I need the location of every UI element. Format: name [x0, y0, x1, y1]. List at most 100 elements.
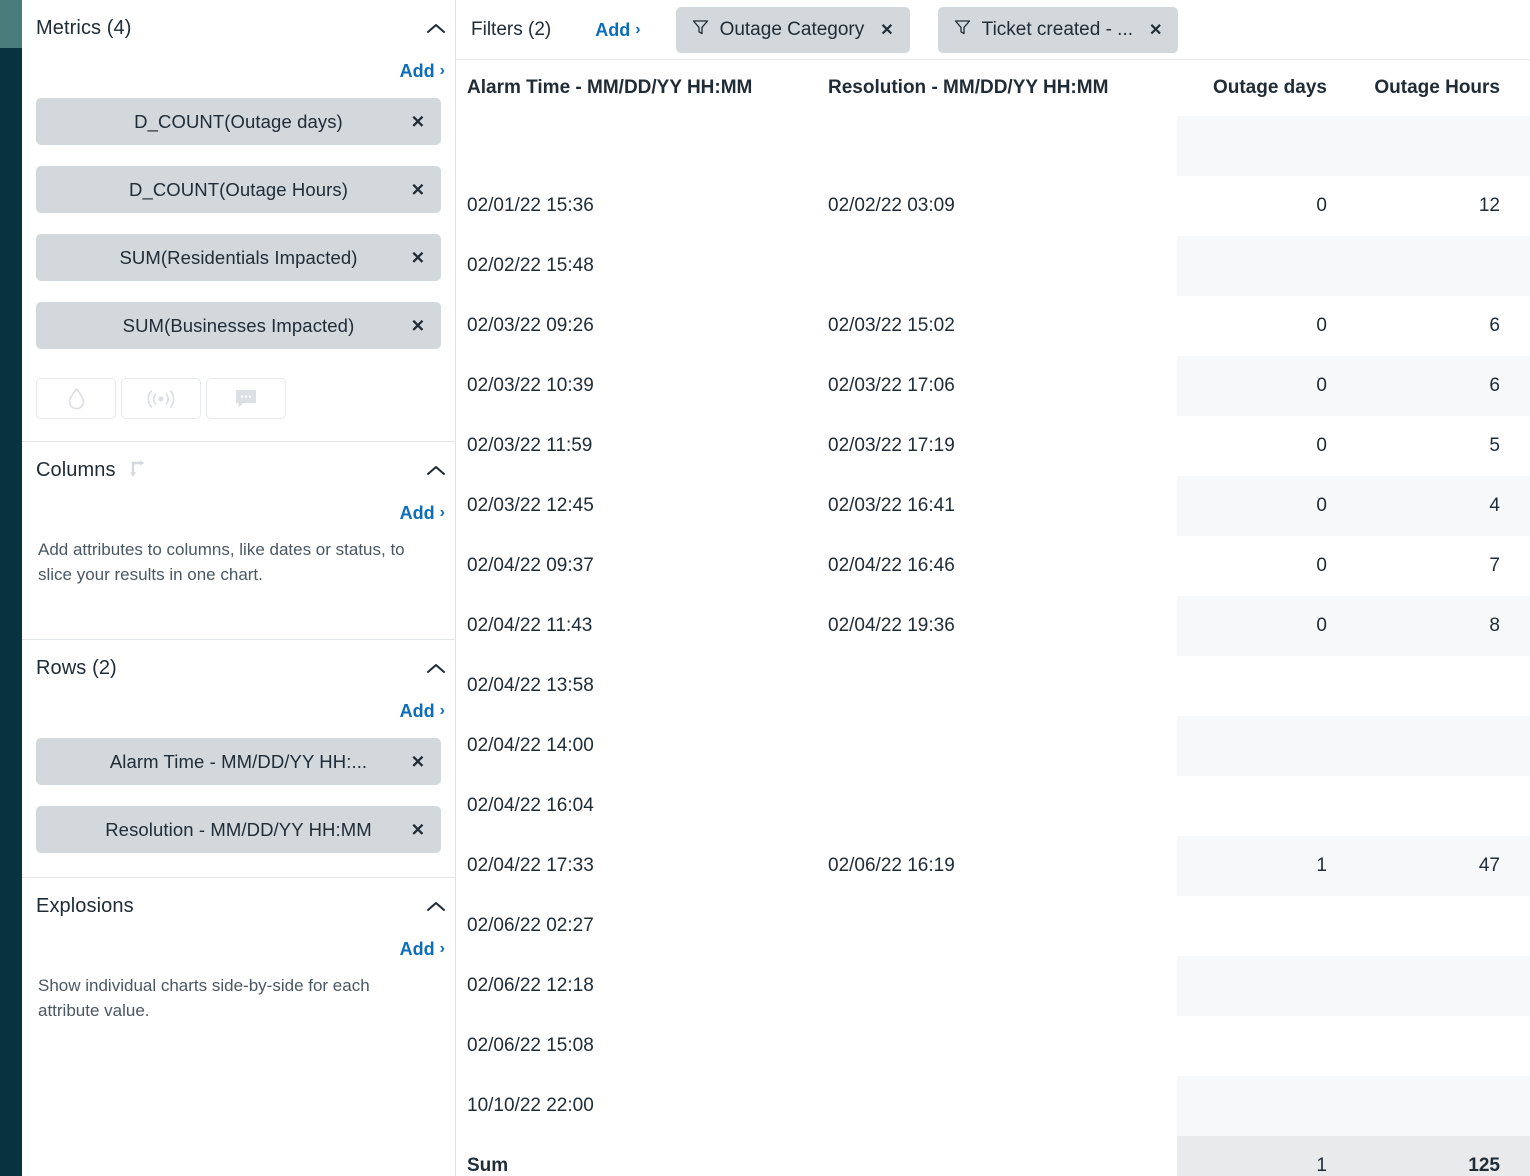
droplet-tool-button[interactable]	[36, 378, 116, 419]
remove-icon[interactable]: ✕	[880, 20, 893, 40]
metrics-title: Metrics (4)	[36, 17, 132, 40]
filter-chip-outage-category[interactable]: Outage Category ✕	[676, 7, 910, 53]
columns-add-button[interactable]: Add ›	[400, 498, 445, 528]
cell-alarm-time: 02/03/22 09:26	[467, 315, 594, 337]
column-header-alarm-time[interactable]: Alarm Time - MM/DD/YY HH:MM	[467, 77, 752, 99]
table-row[interactable]: 02/04/22 13:58	[456, 656, 1530, 716]
explosions-add-button[interactable]: Add ›	[400, 934, 445, 964]
cell-alarm-time: 02/01/22 15:36	[467, 195, 594, 217]
table-row[interactable]: 02/06/22 02:27	[456, 896, 1530, 956]
table-row[interactable]: 02/04/22 16:04	[456, 776, 1530, 836]
column-header-outage-days[interactable]: Outage days	[1213, 77, 1327, 99]
cell-alarm-time: 02/04/22 09:37	[467, 555, 594, 577]
metrics-add-row: Add ›	[22, 56, 455, 86]
cell-outage-days: 1	[1316, 855, 1327, 877]
chevron-up-icon[interactable]	[425, 657, 447, 679]
table-row[interactable]: 02/04/22 11:4302/04/22 19:3608	[456, 596, 1530, 656]
table-row[interactable]: 02/02/22 15:48	[456, 236, 1530, 296]
explosions-add-label: Add	[400, 940, 435, 958]
filters-add-button[interactable]: Add ›	[595, 21, 640, 39]
columns-help-text: Add attributes to columns, like dates or…	[22, 528, 422, 613]
table-row[interactable]: 10/10/22 22:00	[456, 1076, 1530, 1136]
rows-add-label: Add	[400, 702, 435, 720]
chevron-up-icon[interactable]	[425, 895, 447, 917]
row-chip[interactable]: Alarm Time - MM/DD/YY HH:... ✕	[36, 738, 441, 785]
analytics-builder-screen: Metrics (4) Add › D_COUNT(Outage days) ✕…	[0, 0, 1530, 1176]
remove-icon[interactable]: ✕	[411, 249, 425, 266]
metric-chip[interactable]: D_COUNT(Outage days) ✕	[36, 98, 441, 145]
cell-resolution: 02/03/22 15:02	[828, 315, 955, 337]
filter-icon	[692, 19, 709, 41]
metric-chip-label: D_COUNT(Outage days)	[134, 111, 343, 133]
explosions-title: Explosions	[36, 895, 134, 918]
table-row[interactable]: 02/03/22 11:5902/03/22 17:1905	[456, 416, 1530, 476]
filters-add-label: Add	[595, 21, 630, 39]
metric-chip[interactable]: SUM(Businesses Impacted) ✕	[36, 302, 441, 349]
cell-resolution: 02/02/22 03:09	[828, 195, 955, 217]
chevron-up-icon[interactable]	[425, 459, 447, 481]
remove-icon[interactable]: ✕	[1149, 20, 1162, 40]
row-stripe	[1177, 716, 1530, 776]
signal-tool-button[interactable]	[121, 378, 201, 419]
cell-alarm-time: 02/03/22 12:45	[467, 495, 594, 517]
remove-icon[interactable]: ✕	[411, 181, 425, 198]
rows-section: Rows (2) Add › Alarm Time - MM/DD/YY HH:…	[22, 639, 455, 877]
droplet-icon	[67, 387, 86, 410]
table-row[interactable]: 02/06/22 12:18	[456, 956, 1530, 1016]
table-row[interactable]	[456, 116, 1530, 176]
column-header-resolution[interactable]: Resolution - MM/DD/YY HH:MM	[828, 77, 1108, 99]
row-stripe	[1177, 836, 1530, 896]
cell-outage-days: 0	[1316, 315, 1327, 337]
filter-chip-ticket-created[interactable]: Ticket created - ... ✕	[938, 7, 1179, 53]
table-row[interactable]: 02/04/22 17:3302/06/22 16:19147	[456, 836, 1530, 896]
table-row[interactable]: 02/03/22 12:4502/03/22 16:4104	[456, 476, 1530, 536]
metric-chip-label: SUM(Businesses Impacted)	[123, 315, 355, 337]
remove-icon[interactable]: ✕	[411, 317, 425, 334]
explosions-add-row: Add ›	[22, 934, 455, 964]
cell-alarm-time: 10/10/22 22:00	[467, 1095, 594, 1117]
cell-outage-hours: 6	[1489, 375, 1500, 397]
comment-tool-button[interactable]	[206, 378, 286, 419]
columns-spacer	[22, 613, 455, 639]
rail-accent-bottom	[0, 48, 22, 1176]
metric-chip[interactable]: SUM(Residentials Impacted) ✕	[36, 234, 441, 281]
rows-add-button[interactable]: Add ›	[400, 696, 445, 726]
results-area: Filters (2) Add › Outage Category ✕	[456, 0, 1530, 1176]
table-row[interactable]: 02/04/22 09:3702/04/22 16:4607	[456, 536, 1530, 596]
remove-icon[interactable]: ✕	[411, 821, 425, 838]
filters-title: Filters (2)	[471, 19, 551, 41]
metrics-tool-row	[22, 370, 455, 441]
remove-icon[interactable]: ✕	[411, 753, 425, 770]
metric-chip-label: D_COUNT(Outage Hours)	[129, 179, 348, 201]
metric-chip[interactable]: D_COUNT(Outage Hours) ✕	[36, 166, 441, 213]
cell-alarm-time: 02/06/22 12:18	[467, 975, 594, 997]
column-header-outage-hours[interactable]: Outage Hours	[1374, 77, 1500, 99]
metrics-header[interactable]: Metrics (4)	[22, 0, 455, 56]
row-chip[interactable]: Resolution - MM/DD/YY HH:MM ✕	[36, 806, 441, 853]
remove-icon[interactable]: ✕	[411, 113, 425, 130]
metrics-add-button[interactable]: Add ›	[400, 56, 445, 86]
columns-header[interactable]: Columns	[22, 442, 455, 498]
cell-outage-days: 0	[1316, 435, 1327, 457]
rows-title: Rows (2)	[36, 657, 117, 680]
row-stripe	[1177, 476, 1530, 536]
table-row[interactable]: 02/01/22 15:3602/02/22 03:09012	[456, 176, 1530, 236]
table-row[interactable]: 02/03/22 09:2602/03/22 15:0206	[456, 296, 1530, 356]
cell-alarm-time: 02/04/22 11:43	[467, 615, 592, 637]
cell-outage-hours: 7	[1489, 555, 1500, 577]
row-stripe	[1177, 596, 1530, 656]
row-stripe	[1177, 1076, 1530, 1136]
rows-add-row: Add ›	[22, 696, 455, 726]
rows-header[interactable]: Rows (2)	[22, 640, 455, 696]
row-stripe	[1177, 956, 1530, 1016]
cell-outage-days: 0	[1316, 555, 1327, 577]
filter-chip-label: Ticket created - ...	[982, 19, 1133, 41]
explosions-header[interactable]: Explosions	[22, 878, 455, 934]
table-row[interactable]: 02/06/22 15:08	[456, 1016, 1530, 1076]
table-row[interactable]: 02/03/22 10:3902/03/22 17:0606	[456, 356, 1530, 416]
table-row[interactable]: 02/04/22 14:00	[456, 716, 1530, 776]
transpose-icon[interactable]	[125, 459, 149, 481]
cell-outage-days: 0	[1316, 195, 1327, 217]
table-header-row: Alarm Time - MM/DD/YY HH:MM Resolution -…	[456, 60, 1530, 116]
chevron-up-icon[interactable]	[425, 17, 447, 39]
